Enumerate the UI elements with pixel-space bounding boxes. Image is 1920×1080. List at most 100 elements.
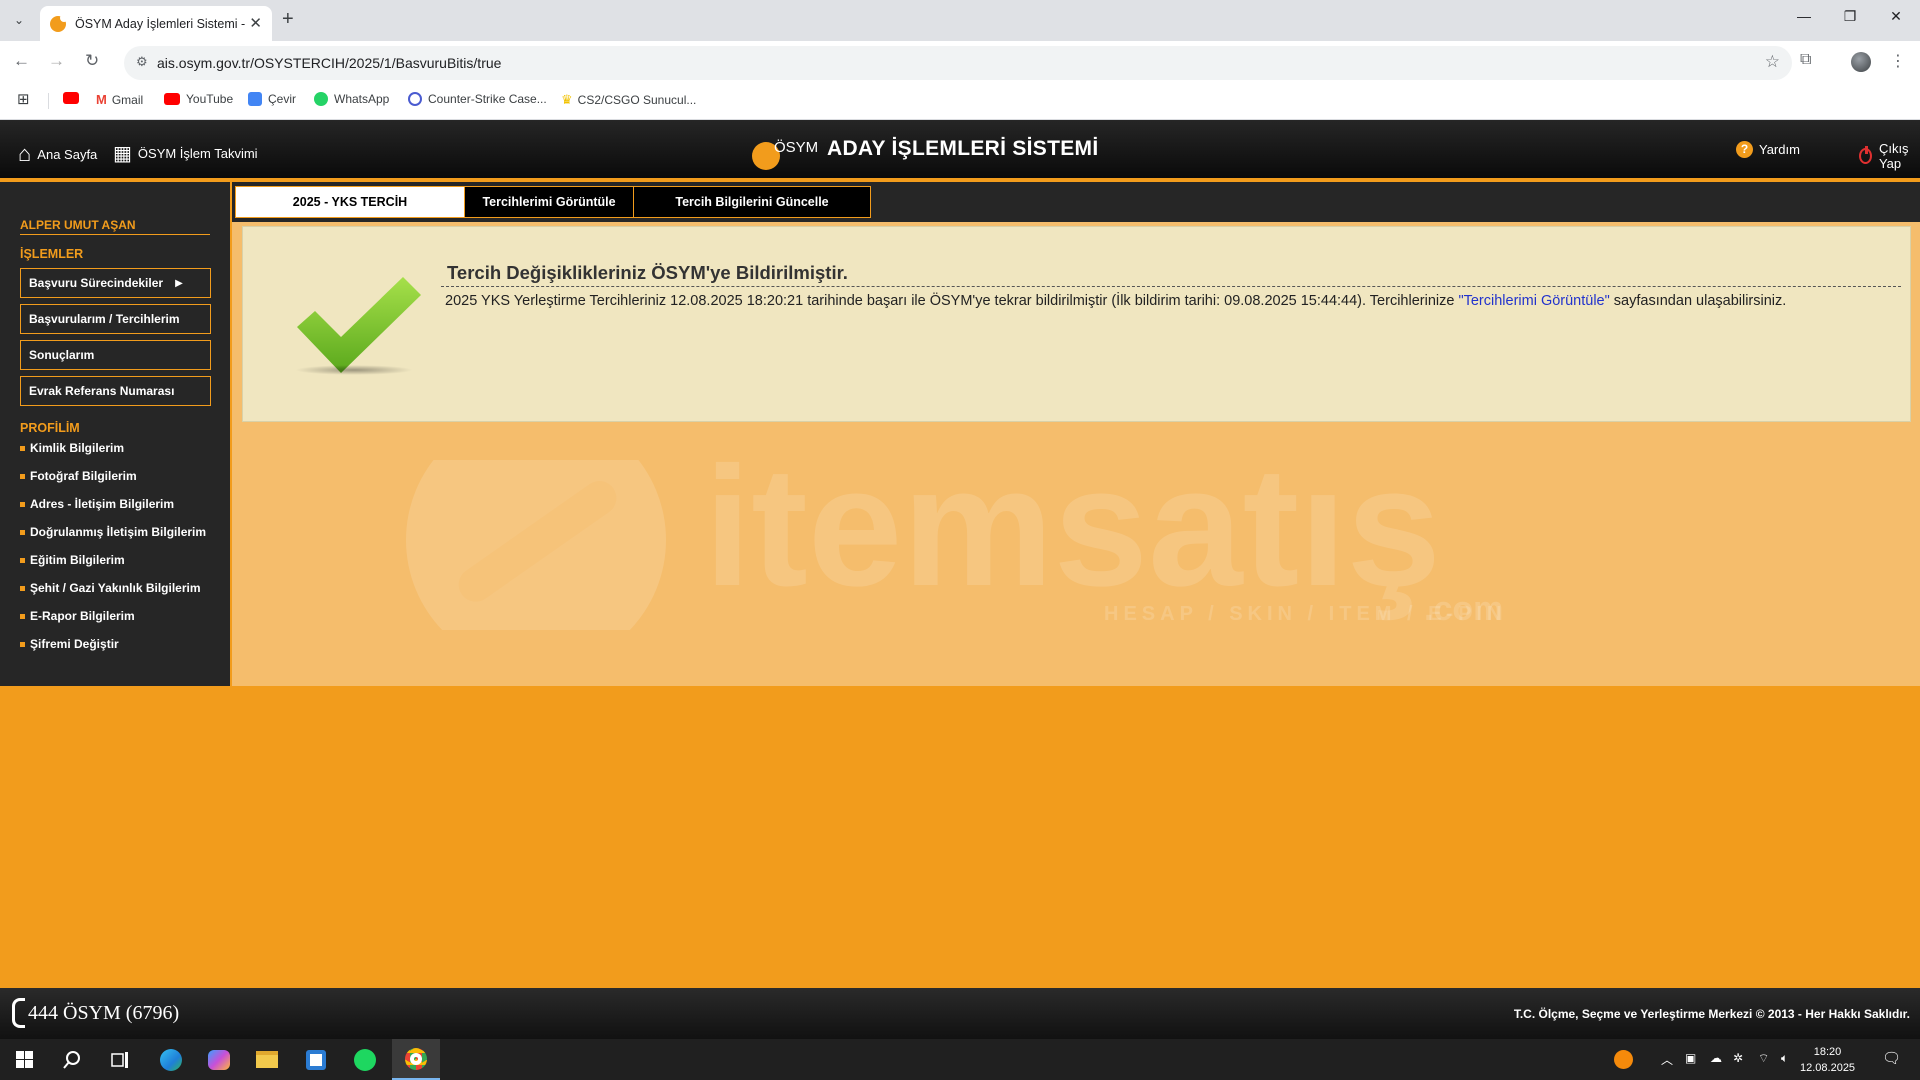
- profile-link-martyr-veteran[interactable]: Şehit / Gazi Yakınlık Bilgilerim: [20, 581, 201, 595]
- profile-link-address[interactable]: Adres - İletişim Bilgilerim: [20, 497, 174, 511]
- bookmark-counter-strike[interactable]: Counter-Strike Case...: [408, 92, 547, 106]
- tray-network-alert-icon[interactable]: ☁: [1710, 1051, 1722, 1065]
- main-content: 2025 - YKS TERCİH Tercihlerimi Görüntüle…: [232, 182, 1920, 686]
- sidebar-btn-document-reference[interactable]: Evrak Referans Numarası: [20, 376, 211, 406]
- browser-menu-icon[interactable]: ⋮: [1890, 51, 1906, 71]
- whatsapp-icon: [314, 92, 328, 106]
- content-tabs: 2025 - YKS TERCİH Tercihlerimi Görüntüle…: [232, 182, 1920, 222]
- operations-title: İŞLEMLER: [20, 247, 84, 261]
- edge-icon: [160, 1048, 182, 1071]
- power-icon: [1859, 146, 1872, 164]
- url-text: ais.osym.gov.tr/OSYSTERCIH/2025/1/Basvur…: [157, 55, 502, 71]
- taskbar-copilot[interactable]: [195, 1039, 243, 1080]
- bullet-icon: [20, 445, 25, 451]
- search-button[interactable]: [48, 1039, 96, 1080]
- gmail-icon: M: [96, 92, 107, 107]
- windows-icon: [15, 1051, 33, 1068]
- sidebar-btn-results[interactable]: Sonuçlarım: [20, 340, 211, 370]
- bullet-icon: [20, 501, 25, 507]
- close-window-button[interactable]: ✕: [1873, 8, 1919, 25]
- osym-logo[interactable]: ÖSYM: [752, 134, 818, 170]
- tray-language-icon[interactable]: ✲: [1733, 1051, 1743, 1065]
- taskbar-chrome[interactable]: [392, 1039, 440, 1080]
- bookmark-star-icon[interactable]: ☆: [1765, 52, 1780, 72]
- store-icon: [306, 1049, 326, 1070]
- search-icon: [63, 1050, 80, 1069]
- extensions-icon[interactable]: ⧉: [1800, 51, 1811, 69]
- volume-icon[interactable]: 🔈︎: [1781, 1051, 1788, 1066]
- profile-title: PROFİLİM: [20, 421, 80, 435]
- folder-icon: [256, 1051, 278, 1068]
- calendar-link[interactable]: ▦ ÖSYM İşlem Takvimi: [113, 141, 258, 166]
- minimize-button[interactable]: —: [1781, 8, 1827, 24]
- checkmark-shadow: [295, 365, 413, 375]
- tab-view-preferences[interactable]: Tercihlerimi Görüntüle: [464, 186, 634, 218]
- tab-close-icon[interactable]: ✕: [249, 14, 262, 32]
- taskbar-file-explorer[interactable]: [243, 1039, 291, 1080]
- user-name: ALPER UMUT AŞAN: [20, 218, 210, 235]
- taskbar-spotify[interactable]: [341, 1039, 389, 1080]
- tab-search-button[interactable]: ⌄: [6, 9, 32, 31]
- forward-icon[interactable]: →: [48, 51, 65, 71]
- profile-avatar[interactable]: [1851, 52, 1871, 72]
- calendar-icon: ▦: [113, 143, 132, 165]
- taskbar-store[interactable]: [292, 1039, 340, 1080]
- bookmarks-bar: ⊞ M Gmail YouTube Çevir WhatsApp Counter-…: [0, 83, 1920, 120]
- home-icon: ⌂: [18, 141, 32, 166]
- windows-taskbar: ︿ ▣ ☁ ✲ ⌔ 🔈︎ 18:20 12.08.2025 🗨︎: [0, 1039, 1920, 1080]
- sidebar-btn-applications-in-process[interactable]: Başvuru Sürecindekiler ▶: [20, 268, 211, 298]
- browser-tab[interactable]: ÖSYM Aday İşlemleri Sistemi - ✕: [40, 6, 272, 41]
- profile-link-verified-contact[interactable]: Doğrulanmış İletişim Bilgilerim: [20, 525, 206, 539]
- help-link[interactable]: ? Yardım: [1736, 141, 1800, 158]
- task-view-icon: [111, 1051, 128, 1068]
- reload-icon[interactable]: ↻: [85, 51, 99, 71]
- profile-link-photo[interactable]: Fotoğraf Bilgilerim: [20, 469, 137, 483]
- tray-app-icon[interactable]: [1614, 1050, 1633, 1069]
- bullet-icon: [20, 557, 25, 563]
- site-footer: 444 ÖSYM (6796) T.C. Ölçme, Seçme ve Yer…: [0, 988, 1920, 1039]
- sidebar: ALPER UMUT AŞAN İŞLEMLER Başvuru Sürecin…: [0, 182, 230, 686]
- cs-case-icon: [408, 92, 422, 106]
- copyright: T.C. Ölçme, Seçme ve Yerleştirme Merkezi…: [1513, 1007, 1910, 1021]
- profile-link-identity[interactable]: Kimlik Bilgilerim: [20, 441, 124, 455]
- bookmark-translate[interactable]: Çevir: [248, 92, 296, 106]
- apps-grid-icon[interactable]: ⊞: [17, 90, 30, 108]
- taskbar-edge[interactable]: [147, 1039, 195, 1080]
- home-link[interactable]: ⌂ Ana Sayfa: [18, 141, 97, 167]
- bookmark-gmail[interactable]: M Gmail: [96, 92, 143, 107]
- wifi-icon[interactable]: ⌔: [1758, 1051, 1769, 1066]
- tray-device-icon[interactable]: ▣: [1685, 1051, 1696, 1065]
- bookmark-youtube-shortcut[interactable]: [63, 92, 85, 104]
- view-preferences-link[interactable]: "Tercihlerimi Görüntüle": [1458, 293, 1609, 309]
- sidebar-btn-applications-preferences[interactable]: Başvurularım / Tercihlerim: [20, 304, 211, 334]
- address-bar[interactable]: ⚙ ais.osym.gov.tr/OSYSTERCIH/2025/1/Basv…: [124, 46, 1792, 80]
- show-hidden-icons-button[interactable]: ︿: [1661, 1051, 1673, 1068]
- osym-favicon-icon: [50, 13, 68, 32]
- bullet-icon: [20, 529, 25, 535]
- task-view-button[interactable]: [96, 1039, 144, 1080]
- site-info-icon[interactable]: ⚙: [136, 54, 148, 70]
- phone-number: 444 ÖSYM (6796): [12, 998, 179, 1028]
- system-clock[interactable]: 18:20 12.08.2025: [1800, 1044, 1855, 1076]
- app-title: ADAY İŞLEMLERİ SİSTEMİ: [827, 137, 1099, 160]
- tab-yks-tercih[interactable]: 2025 - YKS TERCİH: [235, 186, 465, 218]
- profile-link-education[interactable]: Eğitim Bilgilerim: [20, 553, 125, 567]
- new-tab-button[interactable]: +: [282, 8, 294, 31]
- bookmark-cs2-servers[interactable]: ♛ CS2/CSGO Sunucul...: [561, 92, 696, 108]
- profile-link-e-report[interactable]: E-Rapor Bilgilerim: [20, 609, 135, 623]
- notification-icon[interactable]: 🗨︎: [1882, 1049, 1901, 1067]
- logout-link[interactable]: Çıkış Yap: [1859, 141, 1920, 171]
- phone-icon: [12, 998, 25, 1028]
- spotify-icon: [354, 1048, 376, 1071]
- restore-button[interactable]: ❐: [1827, 8, 1873, 25]
- message-title: Tercih Değişiklikleriniz ÖSYM'ye Bildiri…: [447, 262, 848, 283]
- tab-update-preference-info[interactable]: Tercih Bilgilerini Güncelle: [633, 186, 871, 218]
- clock-time: 18:20: [1813, 1046, 1842, 1058]
- back-icon[interactable]: ←: [13, 51, 30, 71]
- youtube-icon: [164, 93, 180, 105]
- profile-link-change-password[interactable]: Şifremi Değiştir: [20, 637, 119, 651]
- success-message-box: Tercih Değişiklikleriniz ÖSYM'ye Bildiri…: [242, 226, 1911, 422]
- bookmark-youtube[interactable]: YouTube: [164, 92, 233, 106]
- bookmark-whatsapp[interactable]: WhatsApp: [314, 92, 389, 106]
- start-button[interactable]: [0, 1039, 48, 1080]
